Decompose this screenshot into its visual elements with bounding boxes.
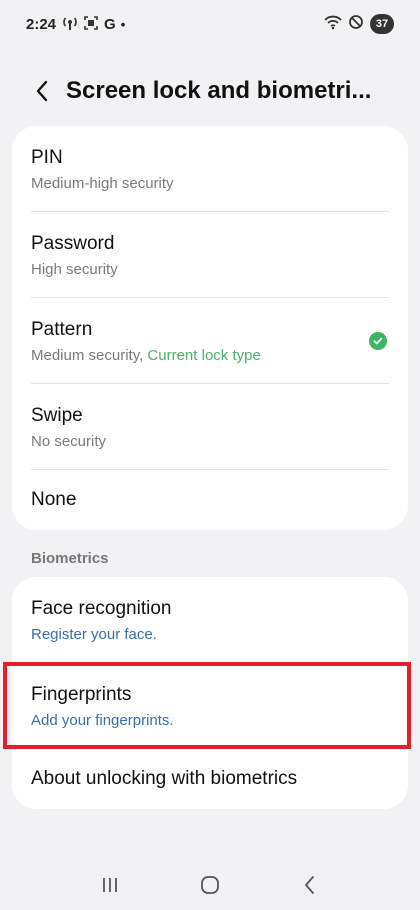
nav-back-button[interactable] — [290, 865, 330, 905]
check-icon — [369, 332, 387, 350]
status-bar: 2:24 G • 37 — [0, 0, 420, 48]
lock-option-pattern[interactable]: Pattern Medium security, Current lock ty… — [12, 298, 408, 384]
screenshot-icon — [83, 15, 99, 34]
lock-option-sub: High security — [31, 260, 118, 278]
battery-icon: 37 — [370, 14, 394, 34]
biometrics-card: Face recognition Register your face. Fin… — [12, 577, 408, 809]
biometric-sub: Register your face. — [31, 625, 157, 643]
navigation-bar — [0, 860, 420, 910]
status-notification-icons: G • — [62, 15, 125, 34]
recents-button[interactable] — [90, 865, 130, 905]
biometric-fingerprints[interactable]: Fingerprints Add your fingerprints. — [12, 663, 408, 749]
biometric-label: Face recognition — [31, 597, 172, 619]
lock-option-password[interactable]: Password High security — [12, 212, 408, 298]
lock-option-pin[interactable]: PIN Medium-high security — [12, 126, 408, 212]
lock-option-sub-text: Medium security, — [31, 346, 148, 364]
lock-option-sub: No security — [31, 432, 107, 450]
back-button[interactable] — [22, 71, 62, 111]
lock-type-card: PIN Medium-high security Password High s… — [12, 126, 408, 530]
do-not-disturb-icon — [348, 14, 364, 34]
home-button[interactable] — [190, 865, 230, 905]
current-lock-type-label: Current lock type — [147, 346, 261, 364]
biometric-label: Fingerprints — [31, 683, 132, 705]
lock-option-label: PIN — [31, 146, 63, 168]
clock: 2:24 — [26, 15, 57, 33]
chevron-left-icon — [36, 80, 48, 102]
page-title: Screen lock and biometri... — [66, 77, 372, 104]
status-left: 2:24 G • — [26, 15, 125, 34]
biometric-face-recognition[interactable]: Face recognition Register your face. — [12, 577, 408, 663]
biometrics-section-header: Biometrics — [31, 550, 109, 567]
lock-option-sub: Medium security, Current lock type — [31, 347, 389, 364]
lock-option-label: Password — [31, 232, 115, 254]
lock-option-label: None — [31, 489, 77, 510]
title-bar: Screen lock and biometri... — [0, 66, 420, 116]
back-icon — [305, 876, 314, 894]
home-icon — [201, 876, 219, 894]
wifi-icon — [324, 14, 342, 34]
biometric-label: About unlocking with biometrics — [31, 768, 298, 789]
hotspot-icon — [62, 15, 78, 34]
biometric-sub: Add your fingerprints. — [31, 711, 174, 729]
lock-option-swipe[interactable]: Swipe No security — [12, 384, 408, 470]
lock-option-label: Swipe — [31, 404, 83, 426]
recents-icon — [103, 878, 117, 892]
status-right: 37 — [324, 14, 394, 34]
biometric-about-unlocking[interactable]: About unlocking with biometrics — [12, 749, 408, 809]
lock-option-none[interactable]: None — [12, 470, 408, 530]
google-icon: G — [104, 15, 116, 33]
lock-option-sub: Medium-high security — [31, 174, 174, 192]
dot-icon: • — [120, 16, 126, 32]
lock-option-label: Pattern — [31, 318, 93, 340]
